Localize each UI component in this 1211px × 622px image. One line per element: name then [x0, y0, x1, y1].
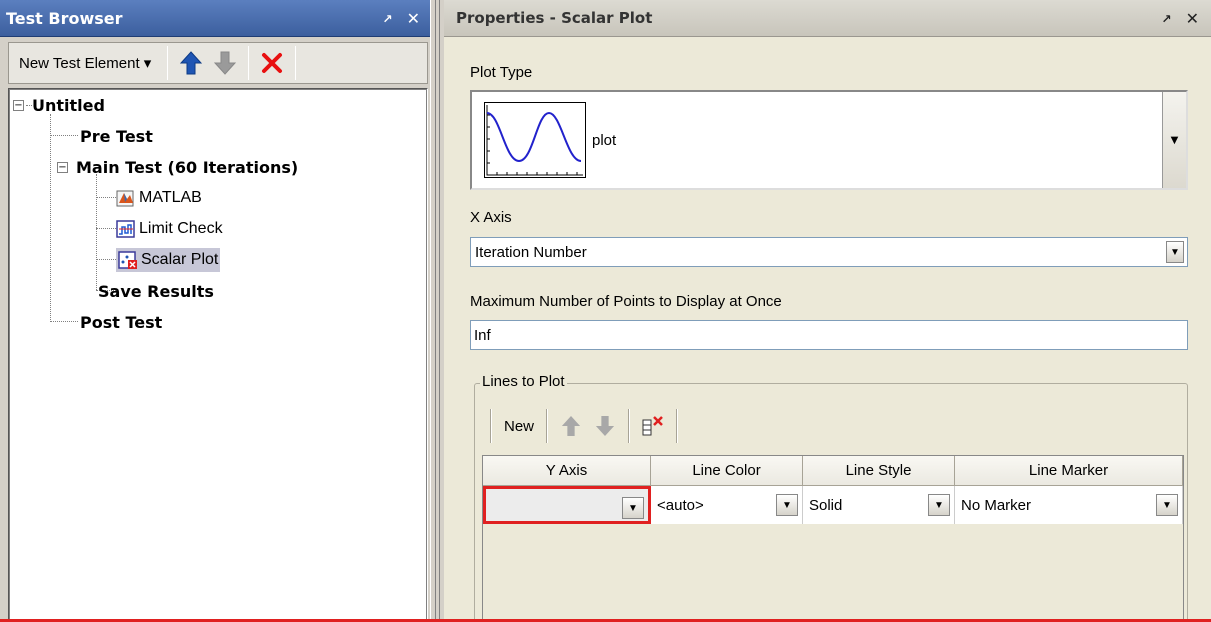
tree-node-untitled[interactable]: − Untitled — [13, 93, 105, 117]
new-test-element-button[interactable]: New Test Element ▾ — [9, 47, 161, 79]
arrow-down-icon — [595, 416, 615, 436]
arrow-up-icon — [180, 51, 203, 75]
tree-node-save-results[interactable]: Save Results — [98, 279, 214, 303]
panel-splitter[interactable] — [430, 0, 444, 622]
line-style-value: Solid — [809, 496, 843, 514]
tree-node-limit-check[interactable]: Limit Check — [116, 217, 223, 241]
arrow-down-icon — [214, 51, 237, 75]
tree-node-pre-test[interactable]: Pre Test — [80, 124, 153, 148]
x-axis-select[interactable]: Iteration Number ▼ — [470, 237, 1188, 267]
toolbar-separator — [490, 409, 492, 443]
tree-node-label: Post Test — [80, 312, 163, 332]
app-window: Test Browser ↗ ✕ New Test Element ▾ − Un… — [0, 0, 1211, 622]
x-axis-label: X Axis — [470, 209, 512, 226]
chevron-down-icon[interactable]: ▼ — [1162, 92, 1186, 188]
plot-type-label: Plot Type — [470, 64, 533, 81]
collapse-icon[interactable]: − — [57, 161, 68, 173]
chevron-down-icon[interactable]: ▼ — [776, 494, 798, 516]
toolbar-separator — [248, 46, 250, 80]
delete-row-icon — [642, 416, 663, 436]
move-line-up-button[interactable] — [554, 410, 588, 442]
toolbar-separator — [676, 409, 679, 443]
toolbar-separator — [295, 46, 297, 80]
chevron-down-icon[interactable]: ▼ — [1156, 494, 1178, 516]
close-icon[interactable]: ✕ — [407, 9, 420, 28]
plot-type-select[interactable]: plot ▼ — [470, 90, 1188, 190]
undock-icon[interactable]: ↗ — [1162, 12, 1172, 26]
toolbar-separator — [546, 409, 549, 443]
chevron-down-icon[interactable]: ▼ — [928, 494, 950, 516]
plot-type-value: plot — [592, 132, 617, 149]
properties-panel: Properties - Scalar Plot ↗ ✕ Plot Type p… — [444, 0, 1211, 622]
toolbar-separator — [167, 46, 169, 80]
collapse-icon[interactable]: − — [13, 99, 24, 111]
column-header-y-axis[interactable]: Y Axis — [483, 456, 651, 486]
matlab-icon — [116, 190, 134, 207]
line-color-cell[interactable]: <auto> ▼ — [651, 486, 803, 524]
tree-node-label: Scalar Plot — [141, 251, 219, 268]
move-line-down-button[interactable] — [588, 410, 622, 442]
lines-to-plot-label: Lines to Plot — [480, 373, 567, 390]
column-header-line-style[interactable]: Line Style — [803, 456, 955, 486]
scalar-plot-icon — [118, 251, 137, 269]
tree-node-label: Main Test (60 Iterations) — [76, 157, 299, 177]
column-header-line-color[interactable]: Line Color — [651, 456, 803, 486]
line-color-value: <auto> — [657, 496, 704, 514]
move-down-button[interactable] — [208, 47, 242, 79]
move-up-button[interactable] — [174, 47, 208, 79]
tree-node-main-test[interactable]: − Main Test (60 Iterations) — [57, 155, 298, 179]
test-browser-titlebar: Test Browser ↗ ✕ — [0, 0, 430, 37]
tree-node-scalar-plot[interactable]: Scalar Plot — [116, 248, 221, 272]
delete-line-button[interactable] — [636, 410, 670, 442]
tree-node-label: Untitled — [32, 95, 105, 115]
tree-node-label: Limit Check — [139, 220, 223, 237]
table-header: Y Axis Line Color Line Style Line Marker — [483, 456, 1183, 486]
panel-title: Test Browser — [6, 8, 123, 28]
delete-icon — [262, 53, 283, 73]
chevron-down-icon[interactable]: ▼ — [1166, 241, 1184, 263]
line-marker-cell[interactable]: No Marker ▼ — [955, 486, 1183, 524]
panel-title: Properties - Scalar Plot — [456, 9, 653, 27]
new-line-button[interactable]: New — [498, 410, 540, 442]
lines-table: Y Axis Line Color Line Style Line Marker… — [482, 455, 1184, 622]
chevron-down-icon[interactable]: ▼ — [622, 497, 644, 519]
delete-button[interactable] — [255, 47, 289, 79]
tree-node-label: MATLAB — [139, 189, 202, 206]
arrow-up-icon — [561, 416, 581, 436]
toolbar-separator — [628, 409, 631, 443]
test-tree[interactable]: − Untitled Pre Test − Main Test (60 Iter… — [8, 88, 428, 622]
table-row: ▼ <auto> ▼ Solid ▼ No Marker ▼ — [483, 486, 1183, 524]
test-browser-toolbar: New Test Element ▾ — [8, 42, 428, 84]
tree-node-label: Pre Test — [80, 126, 153, 146]
close-icon[interactable]: ✕ — [1186, 9, 1199, 28]
line-style-cell[interactable]: Solid ▼ — [803, 486, 955, 524]
column-header-line-marker[interactable]: Line Marker — [955, 456, 1183, 486]
lines-toolbar: New — [484, 405, 684, 447]
line-marker-value: No Marker — [961, 496, 1032, 514]
undock-icon[interactable]: ↗ — [383, 12, 393, 26]
tree-node-label: Save Results — [98, 281, 214, 301]
limit-check-icon — [116, 220, 135, 238]
sine-plot-thumbnail — [484, 102, 586, 178]
tree-node-post-test[interactable]: Post Test — [80, 310, 162, 334]
max-points-label: Maximum Number of Points to Display at O… — [470, 293, 782, 310]
properties-titlebar: Properties - Scalar Plot ↗ ✕ — [444, 0, 1211, 37]
tree-node-matlab[interactable]: MATLAB — [116, 186, 202, 210]
x-axis-value: Iteration Number — [475, 243, 587, 261]
test-browser-panel: Test Browser ↗ ✕ New Test Element ▾ − Un… — [0, 0, 430, 622]
y-axis-cell[interactable]: ▼ — [483, 486, 651, 524]
max-points-field[interactable]: Inf — [470, 320, 1188, 350]
